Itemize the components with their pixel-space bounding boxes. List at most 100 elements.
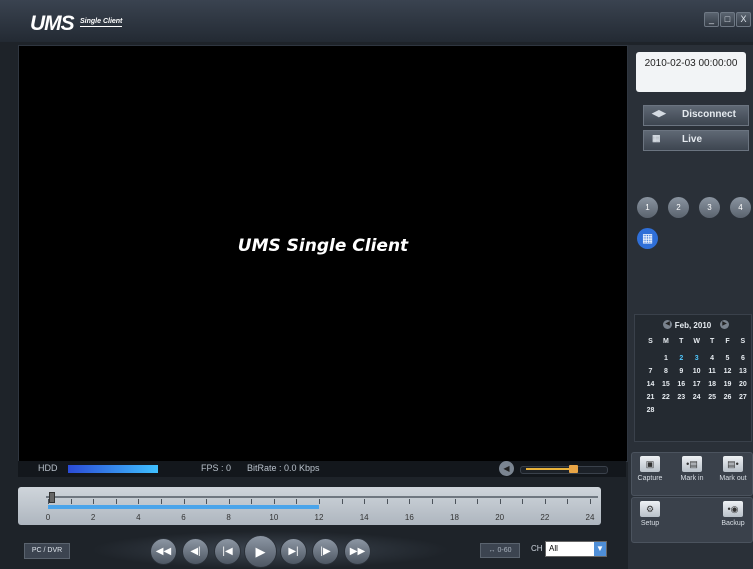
timeline-hour-label: 12 — [314, 513, 324, 522]
calendar-day[interactable]: 13 — [735, 368, 750, 375]
calendar-day[interactable]: 8 — [658, 368, 673, 375]
calendar-day[interactable]: 20 — [735, 381, 750, 388]
calendar-day[interactable]: 10 — [689, 368, 704, 375]
minimize-button[interactable]: _ — [704, 12, 719, 27]
timeline-tick — [590, 499, 591, 504]
timeline-hour-label: 22 — [540, 513, 550, 522]
calendar-day[interactable]: 12 — [720, 368, 735, 375]
calendar-month: Feb, 2010 — [674, 321, 712, 330]
calendar-day[interactable]: 11 — [705, 368, 720, 375]
channel-3-button[interactable]: 3 — [699, 197, 720, 218]
timeline-tick — [386, 499, 388, 504]
mark-in-button[interactable]: •▤ Mark in — [676, 456, 708, 494]
timeline-tick — [522, 499, 524, 504]
play-icon: ▶ — [255, 544, 266, 559]
next-button[interactable]: ▶| — [280, 538, 307, 565]
timeline-track — [46, 496, 598, 498]
live-button[interactable]: ▦ Live — [643, 130, 749, 151]
calendar-day[interactable]: 17 — [689, 381, 704, 388]
volume-fill — [526, 468, 573, 470]
channel-label: CH — [531, 544, 543, 553]
calendar-day[interactable]: 14 — [643, 381, 658, 388]
calendar-next-icon[interactable]: ▶ — [720, 320, 729, 329]
mark-out-label: Mark out — [719, 475, 747, 482]
timeline-tick — [93, 499, 95, 504]
fast-forward-button[interactable]: ▶▶ — [344, 538, 371, 565]
timeline[interactable]: 0 2 4 6 8 10 12 14 16 18 20 22 24 — [18, 487, 601, 525]
timeline-tick — [251, 499, 253, 504]
time-range-button[interactable]: ↔ 0-60 — [480, 543, 520, 558]
calendar-day[interactable]: 22 — [658, 394, 673, 401]
timeline-tick — [319, 499, 320, 504]
mark-out-button[interactable]: ▤• Mark out — [717, 456, 749, 494]
calendar-day[interactable]: 27 — [735, 394, 750, 401]
live-label: Live — [682, 134, 703, 145]
camera-icon: ▣ — [640, 456, 660, 472]
calendar-day[interactable]: 6 — [735, 355, 750, 362]
channel-select[interactable]: All ▼ — [545, 541, 607, 557]
channel-select-value: All — [549, 544, 558, 553]
timeline-hour-label: 2 — [90, 513, 96, 522]
calendar-weekday: S — [648, 338, 653, 345]
timeline-tick — [431, 499, 433, 504]
speaker-icon[interactable]: ◀ — [499, 461, 514, 476]
calendar-day[interactable]: 21 — [643, 394, 658, 401]
play-button[interactable]: ▶ — [244, 535, 277, 568]
calendar-day[interactable]: 18 — [705, 381, 720, 388]
timeline-hour-label: 16 — [404, 513, 414, 522]
calendar-day[interactable]: 9 — [674, 368, 689, 375]
channel-2-button[interactable]: 2 — [668, 197, 689, 218]
step-back-button[interactable]: ◀| — [182, 538, 209, 565]
hdd-label: HDD — [38, 463, 58, 473]
timeline-tick — [70, 499, 72, 504]
chevron-down-icon[interactable]: ▼ — [594, 542, 606, 556]
calendar-day[interactable]: 3 — [689, 355, 704, 362]
backup-button[interactable]: •◉ Backup — [717, 501, 749, 539]
fast-rewind-button[interactable]: ◀◀ — [150, 538, 177, 565]
capture-button[interactable]: ▣ Capture — [634, 456, 666, 494]
close-button[interactable]: X — [736, 12, 751, 27]
calendar-day[interactable]: 5 — [720, 355, 735, 362]
step-back-icon: ◀| — [190, 546, 201, 557]
previous-icon: |◀ — [222, 546, 233, 557]
channel-1-button[interactable]: 1 — [637, 197, 658, 218]
timeline-tick — [273, 499, 275, 504]
quad-view-button[interactable]: ▦ — [637, 228, 658, 249]
timeline-cursor[interactable] — [49, 492, 55, 503]
calendar-weekday: F — [725, 338, 730, 345]
previous-button[interactable]: |◀ — [214, 538, 241, 565]
calendar-day[interactable]: 26 — [720, 394, 735, 401]
calendar-day[interactable]: 7 — [643, 368, 658, 375]
calendar-day[interactable]: 15 — [658, 381, 673, 388]
calendar-day[interactable]: 24 — [689, 394, 704, 401]
step-forward-button[interactable]: |▶ — [312, 538, 339, 565]
timeline-hour-label: 10 — [269, 513, 279, 522]
calendar-day[interactable]: 23 — [674, 394, 689, 401]
backup-label: Backup — [721, 520, 745, 527]
maximize-button[interactable]: □ — [720, 12, 735, 27]
calendar-day[interactable]: 25 — [705, 394, 720, 401]
channel-4-button[interactable]: 4 — [730, 197, 751, 218]
calendar-day[interactable]: 4 — [705, 355, 720, 362]
calendar-day[interactable]: 19 — [720, 381, 735, 388]
pc-dvr-button[interactable]: PC / DVR — [24, 543, 70, 559]
calendar-day[interactable]: 28 — [643, 407, 658, 414]
timeline-tick — [48, 499, 49, 504]
mark-out-icon: ▤• — [723, 456, 743, 472]
volume-thumb[interactable] — [568, 465, 578, 473]
timeline-tick — [206, 499, 208, 504]
fast-forward-icon: ▶▶ — [349, 546, 366, 557]
setup-button[interactable]: ⚙ Setup — [634, 501, 666, 539]
calendar-weekday: S — [740, 338, 746, 345]
calendar-day[interactable]: 1 — [658, 355, 673, 362]
disconnect-button[interactable]: ◀▶ Disconnect — [643, 105, 749, 126]
calendar-day[interactable]: 2 — [674, 355, 689, 362]
calendar-day[interactable]: 16 — [674, 381, 689, 388]
timeline-hour-label: 20 — [495, 513, 505, 522]
timeline-tick — [477, 499, 479, 504]
video-viewport[interactable]: UMS Single Client — [18, 45, 628, 462]
mark-in-label: Mark in — [680, 475, 704, 482]
setup-icon: ⚙ — [640, 501, 660, 517]
app-subtitle: Single Client — [80, 18, 123, 27]
app-logo: UMS — [30, 12, 75, 35]
